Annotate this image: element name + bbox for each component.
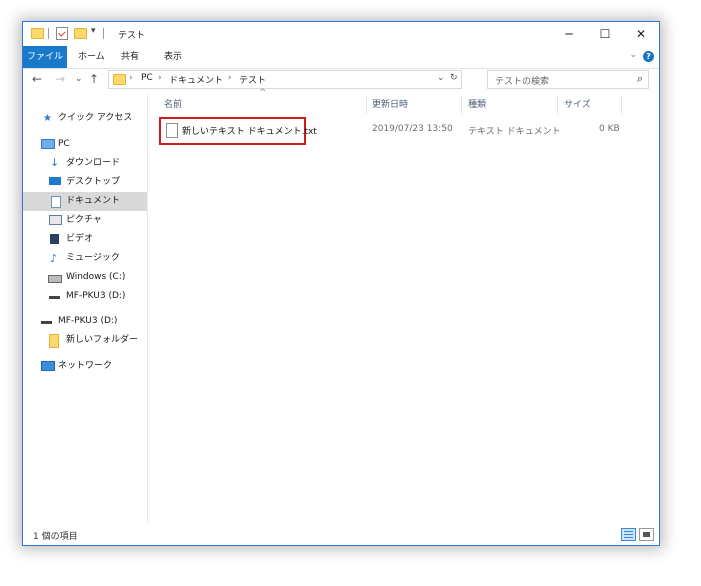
file-modified: 2019/07/23 13:50: [372, 124, 453, 134]
sidebar-item-desktop[interactable]: デスクトップ: [23, 173, 147, 192]
refresh-icon[interactable]: ↻: [450, 73, 458, 83]
desktop-icon: [49, 177, 61, 185]
properties-icon[interactable]: [56, 27, 68, 40]
usb-drive-icon: [49, 296, 60, 299]
sidebar-item-network[interactable]: ネットワーク: [23, 357, 147, 376]
music-icon: ♪: [50, 252, 58, 265]
address-bar[interactable]: › PC › ドキュメント › テスト ⌄ ↻: [108, 70, 462, 89]
sidebar-item-pc[interactable]: PC: [23, 135, 147, 154]
video-icon: [50, 234, 59, 244]
file-size: 0 KB: [599, 124, 620, 134]
tab-file[interactable]: ファイル: [23, 46, 67, 68]
recent-locations-icon[interactable]: ⌄: [75, 74, 83, 84]
sidebar-item-music[interactable]: ♪ ミュージック: [23, 249, 147, 268]
file-row-highlighted[interactable]: 新しいテキスト ドキュメント.txt: [159, 117, 317, 145]
column-header-size[interactable]: サイズ: [564, 97, 591, 110]
column-header-name[interactable]: 名前: [164, 97, 182, 110]
details-view-icon[interactable]: [621, 528, 636, 541]
up-arrow-icon[interactable]: ↑: [89, 72, 99, 86]
column-header-modified[interactable]: 更新日時: [372, 97, 408, 110]
new-folder-icon[interactable]: [74, 28, 87, 39]
help-icon[interactable]: ?: [643, 51, 654, 62]
document-icon: [51, 196, 61, 208]
maximize-button[interactable]: ☐: [587, 22, 623, 46]
sort-arrow-icon: ^: [259, 88, 267, 98]
breadcrumb-pc[interactable]: PC: [141, 73, 153, 83]
window-title: テスト: [118, 31, 146, 41]
expand-ribbon-icon[interactable]: ⌄: [629, 50, 637, 60]
file-name[interactable]: 新しいテキスト ドキュメント.txt: [182, 124, 317, 137]
ribbon-tabs: ファイル ホーム 共有 表示 ⌄ ?: [23, 46, 659, 69]
column-divider[interactable]: [366, 96, 367, 114]
file-explorer-window: ▾ テスト ─ ☐ ✕ ファイル ホーム 共有 表示 ⌄ ? ← → ⌄ ↑ ›…: [22, 21, 660, 546]
file-type: テキスト ドキュメント: [468, 127, 561, 137]
sidebar-item-mf-pku3-root[interactable]: MF-PKU3 (D:): [23, 312, 147, 331]
title-bar: ▾ テスト ─ ☐ ✕: [23, 22, 659, 46]
column-header-type[interactable]: 種類: [468, 97, 486, 110]
column-divider[interactable]: [461, 96, 462, 114]
search-icon[interactable]: ⌕: [637, 72, 643, 86]
sidebar-item-pictures[interactable]: ピクチャ: [23, 211, 147, 230]
quick-access-dropdown-icon[interactable]: ▾: [91, 26, 96, 36]
usb-drive-icon: [41, 321, 52, 324]
download-icon: ↓: [50, 156, 60, 169]
network-icon: [41, 361, 55, 371]
search-placeholder[interactable]: テストの検索: [495, 74, 549, 87]
navigation-pane: ★ クイック アクセス PC ↓ ダウンロード デスクトップ ドキュメント ピク…: [23, 93, 148, 523]
drive-icon: [48, 275, 62, 283]
search-box[interactable]: テストの検索 ⌕: [487, 70, 649, 89]
column-divider[interactable]: [621, 96, 622, 114]
text-file-icon: [166, 123, 178, 138]
address-dropdown-icon[interactable]: ⌄: [437, 73, 445, 83]
item-count: 1 個の項目: [33, 532, 78, 542]
tab-share[interactable]: 共有: [121, 46, 139, 68]
chevron-right-icon[interactable]: ›: [228, 73, 232, 83]
back-arrow-icon[interactable]: ←: [32, 72, 42, 86]
separator: [48, 28, 49, 39]
chevron-right-icon[interactable]: ›: [129, 73, 133, 83]
sidebar-item-mf-pku3[interactable]: MF-PKU3 (D:): [23, 287, 147, 306]
sidebar-item-downloads[interactable]: ↓ ダウンロード: [23, 154, 147, 173]
status-bar: 1 個の項目: [23, 524, 659, 545]
sidebar-item-quick-access[interactable]: ★ クイック アクセス: [23, 109, 147, 128]
folder-icon: [49, 334, 59, 348]
separator: [103, 28, 104, 39]
column-divider[interactable]: [557, 96, 558, 114]
folder-icon: [31, 28, 44, 39]
sidebar-item-documents[interactable]: ドキュメント: [23, 192, 147, 211]
breadcrumb-test[interactable]: テスト: [239, 73, 266, 86]
sidebar-item-new-folder[interactable]: 新しいフォルダー: [23, 331, 147, 350]
tab-view[interactable]: 表示: [164, 46, 182, 68]
pc-icon: [41, 139, 55, 149]
tab-home[interactable]: ホーム: [78, 46, 105, 68]
sidebar-item-windows-c[interactable]: Windows (C:): [23, 268, 147, 287]
navigation-bar: ← → ⌄ ↑ › PC › ドキュメント › テスト ⌄ ↻ テストの検索 ⌕: [23, 68, 659, 92]
chevron-right-icon[interactable]: ›: [158, 73, 162, 83]
minimize-button[interactable]: ─: [551, 22, 587, 46]
star-icon: ★: [43, 113, 52, 124]
sidebar-item-videos[interactable]: ビデオ: [23, 230, 147, 249]
forward-arrow-icon[interactable]: →: [55, 72, 65, 86]
pictures-icon: [49, 215, 62, 225]
folder-icon: [113, 74, 126, 85]
large-icons-view-icon[interactable]: [639, 528, 654, 541]
breadcrumb-documents[interactable]: ドキュメント: [169, 73, 223, 86]
close-button[interactable]: ✕: [623, 22, 659, 46]
